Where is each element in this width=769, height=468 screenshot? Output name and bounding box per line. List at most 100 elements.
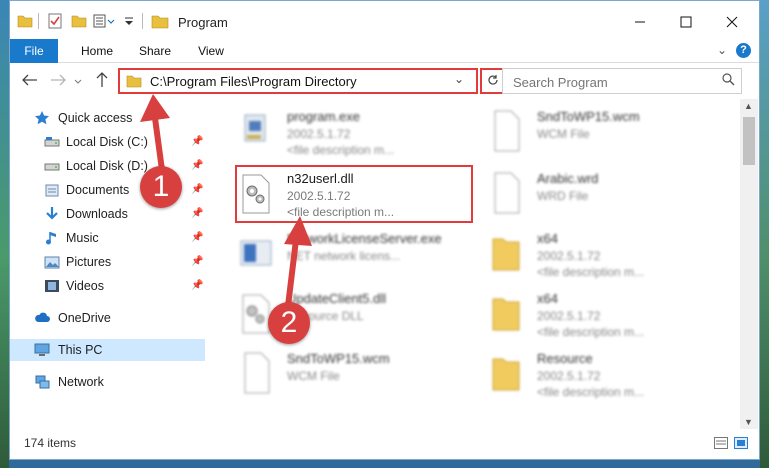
sidebar-item-this-pc[interactable]: This PC xyxy=(10,339,205,361)
documents-icon xyxy=(44,182,60,198)
list-item[interactable]: Resource 2002.5.1.72 <file description m… xyxy=(477,345,697,403)
new-folder-icon[interactable] xyxy=(70,12,88,30)
cloud-icon xyxy=(34,310,50,326)
tab-file[interactable]: File xyxy=(10,39,58,63)
chevron-down-icon[interactable]: ⌄ xyxy=(454,72,464,86)
expand-ribbon-icon[interactable]: ⌄ xyxy=(715,43,729,57)
list-item[interactable]: x64 2002.5.1.72 <file description m... xyxy=(477,285,697,343)
sidebar-item-network[interactable]: Network xyxy=(10,371,205,393)
star-icon xyxy=(34,110,50,126)
search-icon[interactable] xyxy=(722,73,735,89)
pin-icon[interactable]: 📌 xyxy=(191,184,203,195)
file-version: 2002.5.1.72 xyxy=(537,249,601,263)
sidebar-item-pictures[interactable]: Pictures 📌 xyxy=(10,251,205,273)
pictures-icon xyxy=(44,254,60,270)
file-name: UpdateClient5.dll xyxy=(287,291,387,306)
pin-icon[interactable]: 📌 xyxy=(191,208,203,219)
list-item[interactable]: SndToWP15.wcm WCM File xyxy=(477,103,697,161)
sidebar-item-label: Pictures xyxy=(66,255,112,269)
sidebar-item-label: This PC xyxy=(58,343,103,357)
search-box[interactable] xyxy=(502,68,742,94)
sidebar-item-downloads[interactable]: Downloads 📌 xyxy=(10,203,205,225)
file-name: x64 xyxy=(537,231,558,246)
file-name: NetworkLicenseServer.exe xyxy=(287,231,442,246)
file-name: SndToWP15.wcm xyxy=(287,351,390,366)
sidebar-item-label: OneDrive xyxy=(58,311,111,325)
file-name: x64 xyxy=(537,291,558,306)
address-bar[interactable]: C:\Program Files\Program Directory ⌄ xyxy=(118,68,478,94)
help-icon[interactable]: ? xyxy=(736,43,751,58)
recent-locations-button[interactable] xyxy=(72,72,84,90)
videos-icon xyxy=(44,278,60,294)
file-name: program.exe xyxy=(287,109,360,124)
list-item[interactable]: Arabic.wrd WRD File xyxy=(477,165,697,223)
minimize-icon xyxy=(634,15,646,31)
large-icons-view-icon[interactable] xyxy=(734,437,748,449)
forward-button[interactable] xyxy=(48,72,68,90)
drive-icon xyxy=(44,158,60,174)
list-item[interactable]: UpdateClient5.dll Resource DLL xyxy=(227,285,447,343)
ribbon-tabs: File Home Share View ⌄ ? xyxy=(10,39,759,63)
tab-share[interactable]: Share xyxy=(130,39,180,63)
download-icon xyxy=(44,206,60,222)
sidebar-item-quick-access[interactable]: Quick access xyxy=(10,107,205,129)
sidebar-item-videos[interactable]: Videos 📌 xyxy=(10,275,205,297)
exe-icon xyxy=(239,109,273,153)
scroll-down-icon[interactable]: ▼ xyxy=(744,417,753,427)
pin-icon[interactable]: 📌 xyxy=(191,232,203,243)
sidebar-item-label: Downloads xyxy=(66,207,128,221)
list-item[interactable]: x64 2002.5.1.72 <file description m... xyxy=(477,225,697,283)
folder-icon xyxy=(126,74,142,91)
pin-icon[interactable]: 📌 xyxy=(191,256,203,267)
details-view-icon[interactable] xyxy=(714,437,728,449)
close-button[interactable] xyxy=(712,9,752,37)
sidebar-item-music[interactable]: Music 📌 xyxy=(10,227,205,249)
sidebar-item-label: Documents xyxy=(66,183,130,197)
properties-icon[interactable] xyxy=(46,12,64,30)
pin-icon[interactable]: 📌 xyxy=(191,136,203,147)
file-type: WCM File xyxy=(537,127,590,141)
back-button[interactable] xyxy=(20,72,40,90)
up-arrow-icon xyxy=(96,71,108,91)
refresh-icon xyxy=(487,74,499,89)
sidebar-item-local-disk-c[interactable]: Local Disk (C:) 📌 xyxy=(10,131,205,153)
sidebar-item-label: Local Disk (D:) xyxy=(66,159,148,173)
folder-icon xyxy=(150,12,170,30)
tab-home[interactable]: Home xyxy=(72,39,122,63)
file-name: SndToWP15.wcm xyxy=(537,109,640,124)
pin-icon[interactable]: 📌 xyxy=(191,280,203,291)
search-input[interactable] xyxy=(511,72,715,92)
step-1-badge: 1 xyxy=(140,166,182,208)
file-description: <file description m... xyxy=(537,385,645,399)
minimize-button[interactable] xyxy=(620,9,660,37)
navigation-pane: Quick access Local Disk (C:) 📌 Local Dis… xyxy=(10,99,215,419)
quick-access-dropdown-icon[interactable] xyxy=(122,12,136,30)
file-type: NET network licens... xyxy=(287,249,401,263)
pin-icon[interactable]: 📌 xyxy=(191,160,203,171)
chevron-down-icon xyxy=(74,74,82,88)
sidebar-item-onedrive[interactable]: OneDrive xyxy=(10,307,205,329)
folder-icon[interactable] xyxy=(16,12,34,30)
list-item[interactable]: program.exe 2002.5.1.72 <file descriptio… xyxy=(227,103,447,161)
tab-view[interactable]: View xyxy=(188,39,234,63)
scroll-up-icon[interactable]: ▲ xyxy=(744,101,753,111)
item-count: 174 items xyxy=(24,436,77,450)
up-button[interactable] xyxy=(92,71,112,91)
scroll-thumb[interactable] xyxy=(743,117,755,165)
drive-icon xyxy=(44,134,60,150)
vertical-scrollbar[interactable]: ▲ ▼ xyxy=(740,99,758,429)
folder-icon xyxy=(489,291,523,335)
customize-toolbar-icon[interactable] xyxy=(92,12,116,30)
file-icon xyxy=(239,351,273,395)
list-item[interactable]: SndToWP15.wcm WCM File xyxy=(227,345,447,403)
file-version: 2002.5.1.72 xyxy=(537,309,601,323)
file-type: WRD File xyxy=(537,189,589,203)
folder-icon xyxy=(489,231,523,275)
computer-icon xyxy=(34,342,50,358)
list-item[interactable]: NetworkLicenseServer.exe NET network lic… xyxy=(227,225,447,283)
sidebar-item-label: Videos xyxy=(66,279,104,293)
file-list: program.exe 2002.5.1.72 <file descriptio… xyxy=(215,99,740,419)
file-description: <file description m... xyxy=(287,143,395,157)
maximize-button[interactable] xyxy=(666,9,706,37)
network-icon xyxy=(34,374,50,390)
